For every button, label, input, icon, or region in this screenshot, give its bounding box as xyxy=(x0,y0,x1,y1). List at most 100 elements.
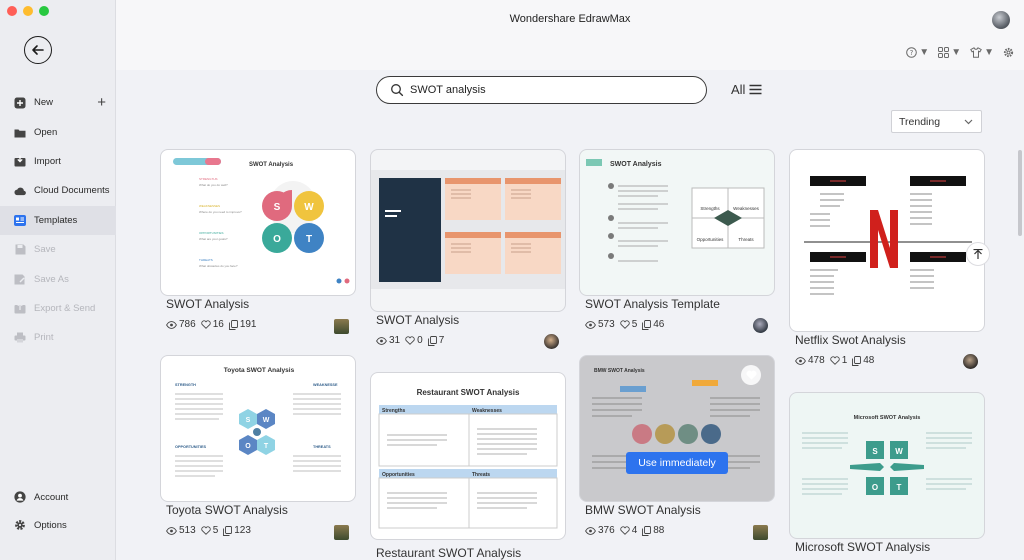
template-stats: 478 1 48 xyxy=(795,355,874,366)
template-thumbnail[interactable]: Toyota SWOT Analysis STRENGTH OPPORTUNIT… xyxy=(160,355,356,502)
restaurant-swot-thumbnail: Restaurant SWOT Analysis Strengths Weakn… xyxy=(378,388,558,529)
sidebar-item-new[interactable]: New + xyxy=(0,88,116,117)
sidebar-item-import[interactable]: Import xyxy=(0,147,116,176)
copies-count: 48 xyxy=(863,355,875,366)
window-controls xyxy=(7,6,49,16)
sidebar-item-export-send[interactable]: Export & Send xyxy=(0,294,116,323)
add-new-icon[interactable]: + xyxy=(97,94,106,111)
swot-slide-thumbnail xyxy=(371,170,565,289)
sidebar-item-open[interactable]: Open xyxy=(0,117,116,146)
sidebar-item-account[interactable]: Account xyxy=(0,483,116,511)
theme-menu[interactable]: ▼ xyxy=(970,47,994,58)
template-thumbnail[interactable]: SWOT Analysis Strengths Weaknesses Oppor… xyxy=(579,149,775,296)
template-card[interactable]: Microsoft SWOT Analysis S W O T Microsof… xyxy=(789,392,985,560)
plus-square-icon xyxy=(14,97,26,109)
svg-text:S: S xyxy=(246,417,251,424)
search-bar[interactable] xyxy=(376,76,707,104)
template-thumbnail[interactable] xyxy=(370,149,566,312)
sort-select[interactable]: Trending xyxy=(891,110,982,133)
template-thumbnail[interactable]: SWOT Analysis STRENGTHS What do you do w… xyxy=(160,149,356,296)
minimize-window-button[interactable] xyxy=(23,6,33,16)
template-stats: 573 5 46 xyxy=(585,319,664,330)
svg-text:T: T xyxy=(264,443,269,450)
views-count: 786 xyxy=(179,319,196,330)
thumb-letter: S xyxy=(274,202,281,213)
template-stats: 376 4 88 xyxy=(585,525,664,536)
template-card[interactable]: Netflix Swot Analysis 478 1 48 xyxy=(789,149,990,369)
template-card[interactable]: Toyota SWOT Analysis STRENGTH OPPORTUNIT… xyxy=(160,355,356,545)
back-button[interactable] xyxy=(24,36,52,64)
user-avatar[interactable] xyxy=(992,11,1010,29)
apps-menu[interactable]: ▼ xyxy=(938,47,961,58)
template-card[interactable]: SWOT Analysis STRENGTHS What do you do w… xyxy=(160,149,356,339)
svg-text:S: S xyxy=(872,447,878,456)
gear-icon xyxy=(14,519,26,531)
template-stats: 31 0 7 xyxy=(376,335,444,346)
svg-text:O: O xyxy=(245,443,251,450)
template-title[interactable]: Microsoft SWOT Analysis xyxy=(795,540,930,554)
thumb-letter: T xyxy=(306,234,312,245)
template-thumbnail[interactable] xyxy=(789,149,985,332)
maximize-window-button[interactable] xyxy=(39,6,49,16)
swot-matrix-thumbnail: SWOT Analysis Strengths Weaknesses Oppor… xyxy=(586,159,765,262)
thumb-label: Strengths xyxy=(700,206,720,211)
heart-icon xyxy=(829,356,840,365)
sidebar-nav: New + Open Import Cloud Documents Templa… xyxy=(0,88,116,353)
template-card[interactable]: Restaurant SWOT Analysis Strengths Weakn… xyxy=(370,372,566,560)
template-title[interactable]: Toyota SWOT Analysis xyxy=(166,503,288,517)
svg-text:Where do you need to improve?: Where do you need to improve? xyxy=(199,210,242,214)
template-title[interactable]: SWOT Analysis xyxy=(376,313,459,327)
sidebar-item-label: Export & Send xyxy=(34,302,96,314)
thumb-label: Opportunities xyxy=(382,472,415,478)
eye-icon xyxy=(376,336,387,345)
template-title[interactable]: Restaurant SWOT Analysis xyxy=(376,546,521,560)
copy-icon xyxy=(427,335,437,346)
template-thumbnail[interactable]: Restaurant SWOT Analysis Strengths Weakn… xyxy=(370,372,566,540)
help-menu[interactable]: ? ▼ xyxy=(906,47,929,58)
author-avatar[interactable] xyxy=(544,334,559,349)
chevron-down-icon: ▼ xyxy=(951,47,962,58)
views-count: 376 xyxy=(598,525,615,536)
category-filter[interactable]: All xyxy=(731,82,762,97)
template-card[interactable]: SWOT Analysis Strengths Weaknesses Oppor… xyxy=(579,149,775,339)
template-title[interactable]: BMW SWOT Analysis xyxy=(585,503,701,517)
svg-text:W: W xyxy=(895,447,903,456)
microsoft-swot-thumbnail: Microsoft SWOT Analysis S W O T xyxy=(802,415,972,495)
template-title[interactable]: Netflix Swot Analysis xyxy=(795,333,906,347)
likes-count: 16 xyxy=(212,319,224,330)
close-window-button[interactable] xyxy=(7,6,17,16)
author-avatar[interactable] xyxy=(334,525,349,540)
thumb-label: Strengths xyxy=(382,408,406,414)
sidebar-item-cloud-documents[interactable]: Cloud Documents xyxy=(0,176,116,205)
scroll-to-top-button[interactable] xyxy=(966,242,990,266)
sidebar-item-label: Import xyxy=(34,155,61,167)
author-avatar[interactable] xyxy=(753,318,768,333)
sidebar-item-print[interactable]: Print xyxy=(0,323,116,352)
eye-icon xyxy=(166,526,177,535)
sidebar-item-templates[interactable]: Templates xyxy=(0,205,116,235)
sidebar-item-save-as[interactable]: Save As xyxy=(0,264,116,293)
author-avatar[interactable] xyxy=(334,319,349,334)
settings-gear-icon xyxy=(1003,47,1014,58)
template-card[interactable]: BMW SWOT Analysis Use immediately BMW SW… xyxy=(579,355,775,545)
toolbar-icons: ? ▼ ▼ ▼ xyxy=(906,47,1014,58)
template-title[interactable]: SWOT Analysis xyxy=(166,297,249,311)
author-avatar[interactable] xyxy=(963,354,978,369)
author-avatar[interactable] xyxy=(753,525,768,540)
eye-icon xyxy=(585,526,596,535)
use-immediately-button[interactable]: Use immediately xyxy=(626,452,728,474)
template-thumbnail[interactable]: Microsoft SWOT Analysis S W O T xyxy=(789,392,985,539)
scrollbar[interactable] xyxy=(1018,150,1022,236)
copy-icon xyxy=(642,319,652,330)
sidebar-item-options[interactable]: Options xyxy=(0,511,116,539)
svg-text:T: T xyxy=(897,483,902,492)
favorite-button[interactable] xyxy=(741,365,761,385)
template-stats: 513 5 123 xyxy=(166,525,251,536)
search-input[interactable] xyxy=(410,84,690,96)
settings-button[interactable] xyxy=(1003,47,1014,58)
template-card[interactable]: SWOT Analysis 31 0 7 xyxy=(370,149,566,359)
sidebar-item-save[interactable]: Save xyxy=(0,235,116,264)
template-title[interactable]: SWOT Analysis Template xyxy=(585,297,720,311)
views-count: 513 xyxy=(179,525,196,536)
thumb-title: Microsoft SWOT Analysis xyxy=(854,415,921,421)
